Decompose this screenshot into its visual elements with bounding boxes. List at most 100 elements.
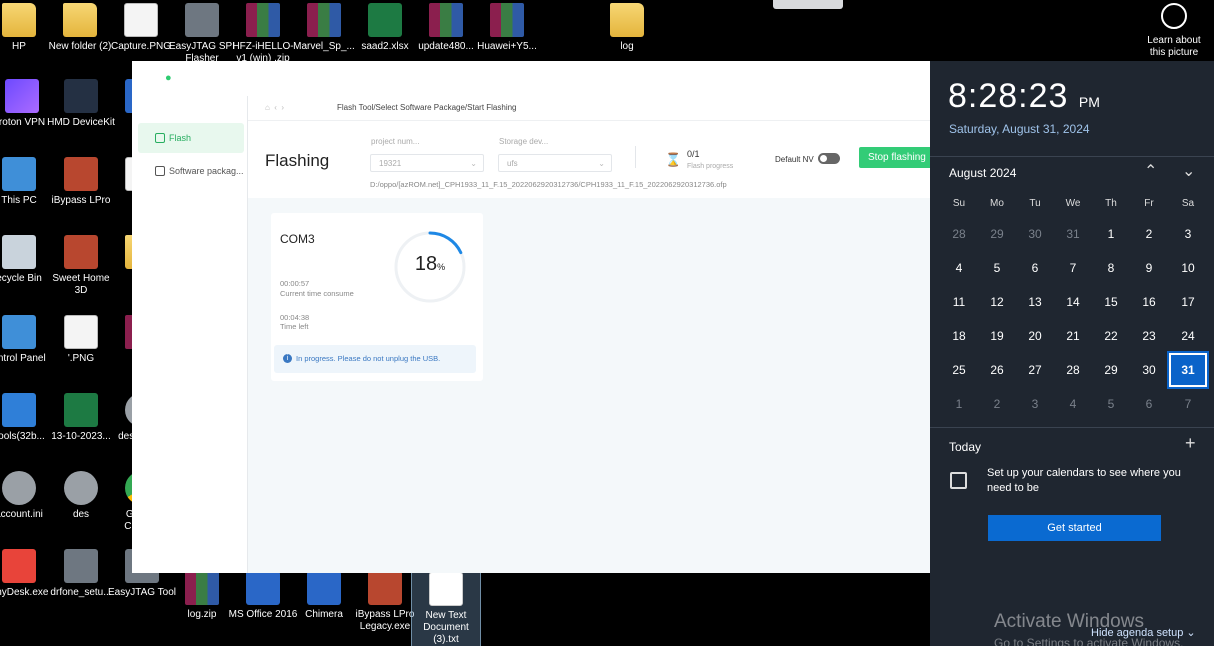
calendar-day[interactable]: 5 bbox=[978, 251, 1016, 285]
desktop-icon[interactable]: iBypass LPro bbox=[46, 157, 116, 207]
calendar-day[interactable]: 20 bbox=[1016, 319, 1054, 353]
calendar-day[interactable]: 9 bbox=[1130, 251, 1168, 285]
agenda-setup-text: Set up your calendars to see where you n… bbox=[987, 467, 1181, 494]
default-nv-toggle[interactable] bbox=[818, 153, 840, 164]
calendar-day[interactable]: 7 bbox=[1169, 387, 1207, 421]
calendar-day[interactable]: 31 bbox=[1054, 217, 1092, 251]
desktop-icon[interactable]: iBypass LPro Legacy.exe bbox=[350, 571, 420, 633]
desktop-icon[interactable]: Sweet Home 3D bbox=[46, 235, 116, 297]
desktop-icon-label: '.PNG bbox=[67, 353, 95, 364]
hide-agenda-link[interactable]: Hide agenda setup ⌄ bbox=[1091, 626, 1196, 639]
chevron-down-icon[interactable]: ⌄ bbox=[1182, 161, 1195, 181]
calendar-day[interactable]: 26 bbox=[978, 353, 1016, 387]
learn-about-picture[interactable]: Learn about this picture bbox=[1140, 3, 1208, 59]
calendar-day[interactable]: 2 bbox=[1130, 217, 1168, 251]
info-icon: i bbox=[283, 354, 292, 363]
calendar-day[interactable]: 4 bbox=[940, 251, 978, 285]
calendar-day[interactable]: 8 bbox=[1092, 251, 1130, 285]
calendar-day[interactable]: 21 bbox=[1054, 319, 1092, 353]
desktop-icon[interactable]: Chimera bbox=[289, 571, 359, 621]
stop-flashing-button[interactable]: Stop flashing bbox=[859, 147, 930, 168]
header-divider bbox=[635, 146, 636, 168]
calendar-day[interactable]: 11 bbox=[940, 285, 978, 319]
desktop-icon[interactable]: EasyJTAG SPI Flasher bbox=[167, 3, 237, 65]
desktop-icon[interactable]: log.zip bbox=[167, 571, 237, 621]
calendar-day[interactable]: 28 bbox=[1054, 353, 1092, 387]
desktop-icon[interactable]: Marvel_Sp_... bbox=[289, 3, 359, 53]
calendar-day[interactable]: 4 bbox=[1054, 387, 1092, 421]
get-started-button[interactable]: Get started bbox=[988, 515, 1161, 541]
calendar-day[interactable]: 7 bbox=[1054, 251, 1092, 285]
calendar-day[interactable]: 29 bbox=[978, 217, 1016, 251]
calendar-day[interactable]: 18 bbox=[940, 319, 978, 353]
desktop-icon-label: 13-10-2023... bbox=[51, 431, 111, 442]
calendar-day[interactable]: 22 bbox=[1092, 319, 1130, 353]
calendar-day[interactable]: 14 bbox=[1054, 285, 1092, 319]
desktop-icon[interactable]: New folder (2) bbox=[45, 3, 115, 53]
desktop-icon[interactable]: log bbox=[592, 3, 662, 53]
calendar-day[interactable]: 5 bbox=[1092, 387, 1130, 421]
proton-icon bbox=[5, 79, 39, 113]
calendar-day[interactable]: 16 bbox=[1130, 285, 1168, 319]
recycle-icon bbox=[2, 235, 36, 269]
month-label[interactable]: August 2024 bbox=[949, 166, 1016, 180]
desktop-icon[interactable]: New Text Document (3).txt bbox=[411, 571, 481, 646]
desktop-icon[interactable]: HMD DeviceKit bbox=[46, 79, 116, 129]
desktop-icon-label: iBypass LPro bbox=[51, 195, 111, 206]
project-number-select[interactable]: 19321 ⌄ bbox=[370, 154, 484, 172]
chevron-up-icon[interactable]: ⌃ bbox=[1144, 161, 1157, 181]
calendar-day[interactable]: 10 bbox=[1169, 251, 1207, 285]
desktop-icon[interactable]: HFZ-iHELLO-v1 (win) .zip bbox=[228, 3, 298, 65]
calendar-day-today[interactable]: 31 bbox=[1167, 351, 1209, 389]
port-card: COM3 00:00:57 Current time consume 00:04… bbox=[271, 213, 483, 381]
storage-device-label: Storage dev... bbox=[499, 137, 549, 146]
date-long[interactable]: Saturday, August 31, 2024 bbox=[949, 122, 1090, 136]
desktop-icon[interactable]: 13-10-2023... bbox=[46, 393, 116, 443]
desktop-icon-label: Sweet Home 3D bbox=[52, 273, 110, 296]
storage-device-select[interactable]: ufs ⌄ bbox=[498, 154, 612, 172]
calendar-day[interactable]: 3 bbox=[1016, 387, 1054, 421]
calendar-day[interactable]: 27 bbox=[1016, 353, 1054, 387]
calendar-day[interactable]: 3 bbox=[1169, 217, 1207, 251]
desktop-icon[interactable]: drfone_setu... bbox=[46, 549, 116, 599]
desktop-icon[interactable]: des bbox=[46, 471, 116, 521]
tool-icon bbox=[185, 3, 219, 37]
desktop-icon[interactable]: Huawei+Y5... bbox=[472, 3, 542, 53]
calendar-day[interactable]: 12 bbox=[978, 285, 1016, 319]
desktop-icon[interactable]: Capture.PNG bbox=[106, 3, 176, 53]
excel-icon bbox=[368, 3, 402, 37]
calendar-day[interactable]: 29 bbox=[1092, 353, 1130, 387]
calendar-day[interactable]: 30 bbox=[1016, 217, 1054, 251]
nav-arrows-icon[interactable]: ⌂ ‹ › bbox=[265, 96, 284, 120]
calendar-day[interactable]: 1 bbox=[1092, 217, 1130, 251]
flash-header: Flashing project num... 19321 ⌄ Storage … bbox=[248, 120, 930, 198]
calendar-day[interactable]: 17 bbox=[1169, 285, 1207, 319]
calendar-day[interactable]: 6 bbox=[1016, 251, 1054, 285]
desktop-icon[interactable]: saad2.xlsx bbox=[350, 3, 420, 53]
desktop-icon-label: Chimera bbox=[305, 609, 343, 620]
calendar-day[interactable]: 13 bbox=[1016, 285, 1054, 319]
breadcrumb: Flash Tool/Select Software Package/Start… bbox=[337, 103, 517, 112]
desktop-icon[interactable]: MS Office 2016 bbox=[228, 571, 298, 621]
chevron-down-icon: ⌄ bbox=[598, 159, 605, 168]
house-icon bbox=[64, 235, 98, 269]
project-number-value: 19321 bbox=[379, 159, 402, 168]
sidebar-item-flash[interactable]: Flash bbox=[138, 123, 244, 153]
calendar-day[interactable]: 6 bbox=[1130, 387, 1168, 421]
calendar-day[interactable]: 23 bbox=[1130, 319, 1168, 353]
calendar-day[interactable]: 25 bbox=[940, 353, 978, 387]
calendar-day[interactable]: 15 bbox=[1092, 285, 1130, 319]
calendar-day[interactable]: 30 bbox=[1130, 353, 1168, 387]
sidebar-item-software-package[interactable]: Software packag... bbox=[138, 156, 244, 186]
port-name: COM3 bbox=[280, 232, 315, 246]
calendar-day[interactable]: 28 bbox=[940, 217, 978, 251]
calendar-day[interactable]: 2 bbox=[978, 387, 1016, 421]
calendar-day[interactable]: 19 bbox=[978, 319, 1016, 353]
divider bbox=[930, 427, 1214, 428]
add-event-icon[interactable]: + bbox=[1185, 433, 1196, 454]
storage-device-value: ufs bbox=[507, 159, 518, 168]
calendar-day[interactable]: 1 bbox=[940, 387, 978, 421]
calendar-day[interactable]: 24 bbox=[1169, 319, 1207, 353]
desktop-icon[interactable]: update480... bbox=[411, 3, 481, 53]
desktop-icon[interactable]: '.PNG bbox=[46, 315, 116, 365]
